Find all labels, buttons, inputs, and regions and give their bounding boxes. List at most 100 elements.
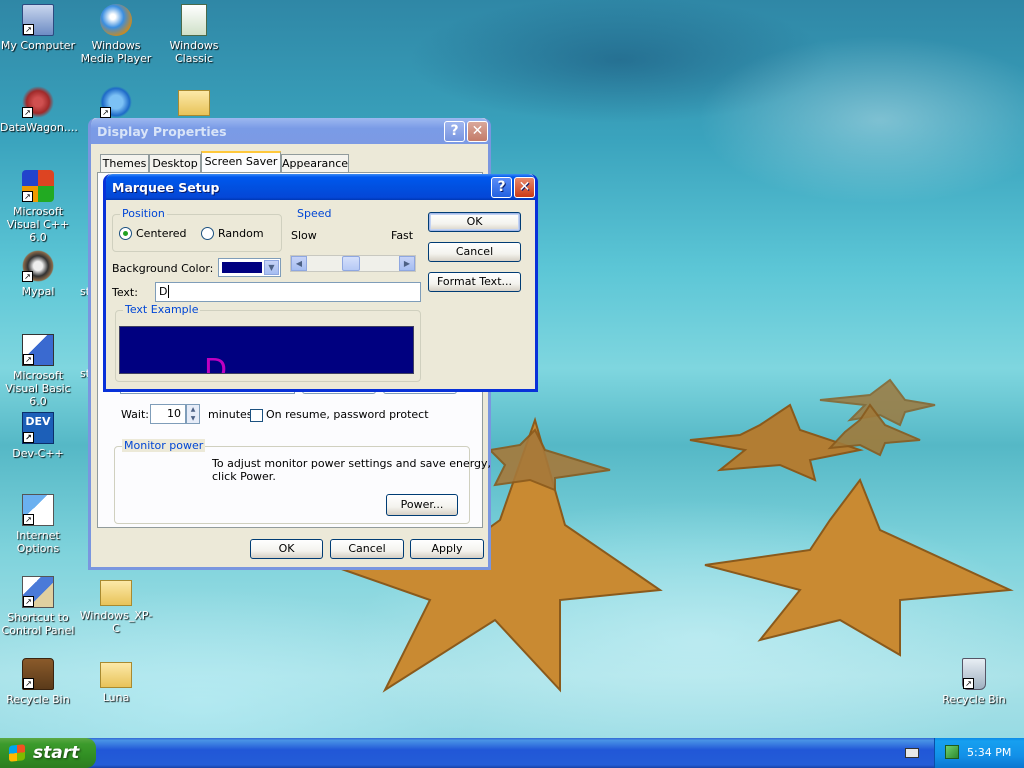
example-text: D	[204, 353, 228, 374]
fast-label: Fast	[391, 229, 414, 242]
tab-desktop[interactable]: Desktop	[149, 154, 201, 172]
desktop-icon-label: DataWagon....	[0, 121, 78, 134]
close-button[interactable]: ✕	[514, 177, 535, 198]
help-button[interactable]: ?	[444, 121, 465, 142]
recycle-bin-icon: ↗	[962, 658, 986, 690]
desktop-icon-control-panel[interactable]: ↗ Shortcut to Control Panel	[0, 576, 76, 637]
desktop-icon-label: Recycle Bin	[942, 693, 1006, 706]
centered-label: Centered	[136, 227, 187, 240]
desktop-icon-my-computer[interactable]: ↗ My Computer	[0, 4, 76, 52]
marquee-setup-dialog: Marquee Setup ? ✕ Position Centered Rand…	[103, 174, 538, 392]
scroll-left-arrow[interactable]: ◀	[291, 256, 307, 271]
password-protect-label: On resume, password protect	[266, 408, 429, 421]
windows-logo-icon	[9, 744, 25, 762]
computer-icon: ↗	[22, 4, 54, 36]
cancel-button[interactable]: Cancel	[330, 539, 404, 559]
text-cursor	[168, 285, 170, 298]
group-label: Position	[120, 207, 167, 220]
taskbar: start 5:34 PM	[0, 738, 1024, 768]
display-properties-titlebar[interactable]: Display Properties ? ✕	[91, 118, 488, 144]
desktop-icon-recycle-bin-left[interactable]: ↗ Recycle Bin	[0, 658, 76, 706]
desktop-icon-mypal[interactable]: ↗ Mypal	[0, 250, 76, 298]
desktop-icon-windows-media-player[interactable]: Windows Media Player	[78, 4, 154, 65]
help-button[interactable]: ?	[491, 177, 512, 198]
cancel-button[interactable]: Cancel	[428, 242, 521, 262]
monitor-power-text: To adjust monitor power settings and sav…	[212, 457, 492, 470]
datawagon-icon: ↗	[22, 86, 54, 118]
power-button[interactable]: Power...	[386, 494, 458, 516]
desktop-icon-ie[interactable]: ↗	[78, 86, 154, 121]
speed-thumb[interactable]	[342, 256, 360, 271]
wait-value: 10	[167, 407, 181, 420]
slow-label: Slow	[291, 229, 317, 242]
window-title: Display Properties	[97, 124, 227, 139]
desktop-icon-luna[interactable]: Luna	[78, 658, 154, 704]
random-radio[interactable]	[201, 227, 214, 240]
wait-minutes-input[interactable]: 10	[150, 404, 186, 424]
centered-radio[interactable]	[119, 227, 132, 240]
wait-spinner[interactable]: ▲ ▼	[186, 404, 200, 424]
tab-screen-saver[interactable]: Screen Saver	[201, 151, 281, 172]
desktop-icon-label: Windows Classic	[169, 39, 219, 65]
start-label: start	[33, 743, 80, 763]
desktop-icon-label: Windows_XP-C	[79, 609, 153, 635]
folder-icon	[178, 90, 210, 116]
desktop-icon-visual-basic[interactable]: ↗ Microsoft Visual Basic 6.0	[0, 334, 76, 408]
start-button[interactable]: start	[0, 738, 96, 768]
desktop-icon-label: Internet Options	[16, 529, 60, 555]
desktop-icon-dev-cpp[interactable]: DEV ↗ Dev-C++	[0, 412, 76, 460]
desktop-icon-label: Windows Media Player	[80, 39, 152, 65]
desktop-icon-folder[interactable]	[156, 86, 232, 119]
group-label: Text Example	[123, 303, 201, 316]
background-color-label: Background Color:	[112, 262, 214, 275]
format-text-button[interactable]: Format Text...	[428, 272, 521, 292]
keyboard-icon[interactable]	[905, 748, 919, 758]
speed-slider[interactable]: ◀ ▶	[290, 255, 416, 272]
desktop-icon-recycle-bin[interactable]: ↗ Recycle Bin	[936, 658, 1012, 706]
text-example-preview: D	[119, 326, 414, 374]
marquee-setup-titlebar[interactable]: Marquee Setup ? ✕	[106, 174, 535, 200]
clock[interactable]: 5:34 PM	[967, 746, 1011, 759]
apply-button[interactable]: Apply	[410, 539, 484, 559]
tab-themes[interactable]: Themes	[100, 154, 149, 172]
internet-explorer-icon: ↗	[100, 86, 132, 118]
desktop-icon-label: Luna	[102, 691, 130, 704]
monitor-power-text: click Power.	[212, 470, 276, 483]
desktop-icon-datawagon[interactable]: ↗ DataWagon....	[0, 86, 78, 134]
dev-cpp-icon: DEV ↗	[22, 412, 54, 444]
desktop-icon-label: Recycle Bin	[6, 693, 70, 706]
tab-label: Screen Saver	[204, 155, 278, 168]
close-button[interactable]: ✕	[467, 121, 488, 142]
scroll-right-arrow[interactable]: ▶	[399, 256, 415, 271]
chevron-down-icon[interactable]: ▼	[264, 260, 279, 275]
desktop-icon-label: Shortcut to Control Panel	[1, 611, 75, 637]
document-icon	[181, 4, 207, 36]
tab-label: Themes	[102, 157, 147, 170]
mypal-icon: ↗	[22, 250, 54, 282]
tab-label: Appearance	[282, 157, 349, 170]
network-icon[interactable]	[945, 745, 959, 759]
desktop-icon-label: Microsoft Visual C++ 6.0	[6, 205, 70, 244]
group-label: Monitor power	[122, 439, 206, 452]
desktop-icon-internet-options[interactable]: ↗ Internet Options	[0, 494, 76, 555]
random-label: Random	[218, 227, 264, 240]
password-protect-checkbox[interactable]	[250, 409, 263, 422]
treasure-chest-icon: ↗	[22, 658, 54, 690]
folder-icon	[100, 662, 132, 688]
marquee-text-input[interactable]: D	[155, 282, 421, 302]
visual-basic-icon: ↗	[22, 334, 54, 366]
wait-label: Wait:	[121, 408, 149, 421]
desktop-icon-label: My Computer	[0, 39, 76, 52]
dialog-title: Marquee Setup	[112, 180, 220, 195]
desktop-icon-windows-xp-c[interactable]: Windows_XP-C	[78, 576, 154, 635]
ok-button[interactable]: OK	[250, 539, 323, 559]
tab-appearance[interactable]: Appearance	[281, 154, 349, 172]
zip-folder-icon	[100, 580, 132, 606]
ok-button[interactable]: OK	[428, 212, 521, 232]
background-color-picker[interactable]: ▼	[218, 258, 281, 277]
desktop-icon-label: Mypal	[21, 285, 55, 298]
desktop-icon-label: Microsoft Visual Basic 6.0	[5, 369, 71, 408]
desktop-icon-visual-cpp[interactable]: ↗ Microsoft Visual C++ 6.0	[0, 170, 76, 244]
minutes-label: minutes	[208, 408, 253, 421]
desktop-icon-windows-classic[interactable]: Windows Classic	[156, 4, 232, 65]
